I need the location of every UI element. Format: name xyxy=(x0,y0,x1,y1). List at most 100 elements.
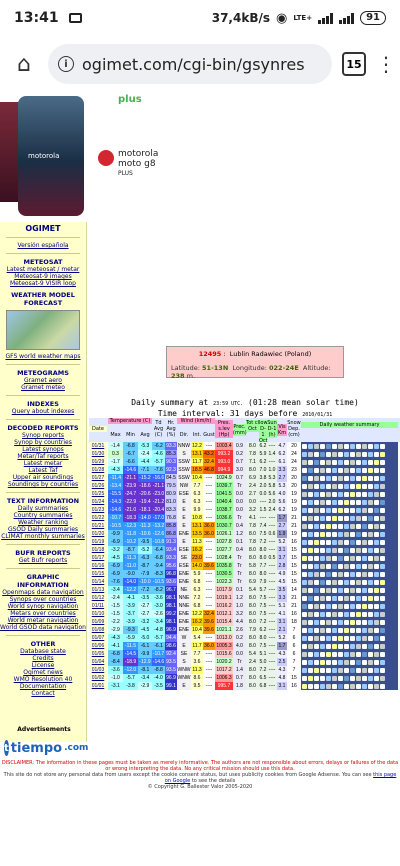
date-cell[interactable]: 01/02 xyxy=(89,674,107,682)
date-cell[interactable]: 01/30 xyxy=(89,450,107,458)
graphic-info-link[interactable]: Openmaps data navigation xyxy=(0,589,86,596)
date-cell[interactable]: 01/21 xyxy=(89,522,107,530)
graphic-info-link[interactable]: Metars over countries xyxy=(0,610,86,617)
visibility-cell: 3.3 xyxy=(277,594,287,602)
weather-icon xyxy=(344,459,349,465)
low-cloud-cell: 1.5 xyxy=(259,506,267,514)
visibility-cell: 3.3 xyxy=(277,466,287,474)
text-info-link[interactable]: CLIMAT monthly summaries xyxy=(0,533,86,540)
menu-dots-icon[interactable]: ⋮ xyxy=(376,54,396,74)
weather-icon xyxy=(356,579,361,585)
date-cell[interactable]: 01/28 xyxy=(89,466,107,474)
meteogram-link[interactable]: Gramet meteo xyxy=(0,384,86,391)
other-link[interactable]: Documentation xyxy=(0,683,86,690)
weather-map-thumbnail[interactable] xyxy=(6,310,80,350)
tab-switcher-button[interactable]: 15 xyxy=(342,52,366,76)
other-link[interactable]: Database state xyxy=(0,648,86,655)
site-title[interactable]: OGIMET xyxy=(0,224,86,233)
advertisement-banner[interactable]: motorola plus motorola moto g8 PLUS xyxy=(0,92,178,220)
date-cell[interactable]: 01/09 xyxy=(89,618,107,626)
url-text[interactable]: ogimet.com/cgi-bin/gsynres xyxy=(82,55,305,74)
meteosat-link[interactable]: Meteosat-9 VISIR loop xyxy=(0,280,86,287)
date-cell[interactable]: 01/14 xyxy=(89,578,107,586)
decoded-report-link[interactable]: Latest Taf xyxy=(0,467,86,474)
weather-icon xyxy=(326,547,331,553)
date-cell[interactable]: 01/24 xyxy=(89,498,107,506)
decoded-report-link[interactable]: Synop reports xyxy=(0,432,86,439)
other-link[interactable]: Contact xyxy=(0,690,86,697)
graphic-info-link[interactable]: Synops over countries xyxy=(0,596,86,603)
text-info-link[interactable]: GSOD Daily summaries xyxy=(0,526,86,533)
date-cell[interactable]: 01/12 xyxy=(89,594,107,602)
date-cell[interactable]: 01/01 xyxy=(89,682,107,690)
other-link[interactable]: License xyxy=(0,662,86,669)
graphic-info-link[interactable]: World metar navigation xyxy=(0,617,86,624)
avg-temp-cell: -2.4 xyxy=(138,450,152,458)
meteogram-link[interactable]: Gramet aero xyxy=(0,377,86,384)
date-cell[interactable]: 01/13 xyxy=(89,586,107,594)
tiempo-logo[interactable]: t tiempo .com xyxy=(4,737,88,759)
weather-icon xyxy=(362,531,367,537)
gfs-link[interactable]: GFS world weather maps xyxy=(0,353,86,360)
bufr-link[interactable]: Get Bufr reports xyxy=(0,557,86,564)
decoded-report-link[interactable]: Upper air soundings xyxy=(0,474,86,481)
graphic-info-link[interactable]: World GSOD data navigation xyxy=(0,624,86,631)
date-cell[interactable]: 01/15 xyxy=(89,570,107,578)
humidity-cell: 85.8 xyxy=(165,522,177,530)
weather-icon xyxy=(356,531,361,537)
url-bar[interactable]: i ogimet.com/cgi-bin/gsynres xyxy=(48,44,332,84)
weather-icon xyxy=(368,603,373,609)
meteosat-link[interactable]: Meteosat-9 images xyxy=(0,273,86,280)
other-link[interactable]: Ogimet news xyxy=(0,669,86,676)
date-cell[interactable]: 01/16 xyxy=(89,562,107,570)
version-link[interactable]: Versión española xyxy=(0,242,86,249)
decoded-report-link[interactable]: Latest synops xyxy=(0,446,86,453)
text-info-link[interactable]: Country summaries xyxy=(0,512,86,519)
date-cell[interactable]: 01/18 xyxy=(89,546,107,554)
date-cell[interactable]: 01/22 xyxy=(89,514,107,522)
date-cell[interactable]: 01/27 xyxy=(89,474,107,482)
date-cell[interactable]: 01/11 xyxy=(89,602,107,610)
date-cell[interactable]: 01/26 xyxy=(89,482,107,490)
decoded-report-link[interactable]: Latest metar xyxy=(0,460,86,467)
max-temp-cell: -4.5 xyxy=(108,554,123,562)
weather-icon xyxy=(362,459,367,465)
date-cell[interactable]: 01/05 xyxy=(89,650,107,658)
decoded-report-link[interactable]: Metar/Taf reports xyxy=(0,453,86,460)
date-cell[interactable]: 01/06 xyxy=(89,642,107,650)
date-cell[interactable]: 01/29 xyxy=(89,458,107,466)
date-cell[interactable]: 01/19 xyxy=(89,538,107,546)
meteosat-link[interactable]: Latest meteosat / metar xyxy=(0,266,86,273)
date-cell[interactable]: 01/08 xyxy=(89,626,107,634)
min-temp-cell: -5.9 xyxy=(123,634,138,642)
weather-icon xyxy=(362,667,367,673)
other-link[interactable]: Credits xyxy=(0,655,86,662)
wind-dir-cell: ENE xyxy=(177,578,191,586)
text-info-link[interactable]: Weather ranking xyxy=(0,519,86,526)
date-cell[interactable]: 01/10 xyxy=(89,610,107,618)
info-icon[interactable]: i xyxy=(58,56,74,72)
date-cell[interactable]: 01/31 xyxy=(89,442,107,450)
weather-icon xyxy=(380,611,385,617)
text-info-link[interactable]: Daily summaries xyxy=(0,505,86,512)
weather-icon xyxy=(356,675,361,681)
date-cell[interactable]: 01/17 xyxy=(89,554,107,562)
decoded-report-link[interactable]: Soundings by countries xyxy=(0,481,86,488)
date-cell[interactable]: 01/23 xyxy=(89,506,107,514)
weather-icon xyxy=(380,515,385,521)
other-link[interactable]: WMO Resolution 40 xyxy=(0,676,86,683)
weather-icon xyxy=(374,651,379,657)
decoded-report-link[interactable]: Synop by countries xyxy=(0,439,86,446)
home-icon[interactable]: ⌂ xyxy=(10,50,38,78)
avg-temp-cell: -10.0 xyxy=(138,578,152,586)
index-link[interactable]: Query about indexes xyxy=(0,408,86,415)
total-cloud-cell: 8.0 xyxy=(246,530,259,538)
date-cell[interactable]: 01/07 xyxy=(89,634,107,642)
date-cell[interactable]: 01/25 xyxy=(89,490,107,498)
graphic-info-link[interactable]: World synop navigation xyxy=(0,603,86,610)
weather-icon xyxy=(350,523,355,529)
date-cell[interactable]: 01/20 xyxy=(89,530,107,538)
date-cell[interactable]: 01/04 xyxy=(89,658,107,666)
weather-icon xyxy=(314,595,319,601)
date-cell[interactable]: 01/03 xyxy=(89,666,107,674)
